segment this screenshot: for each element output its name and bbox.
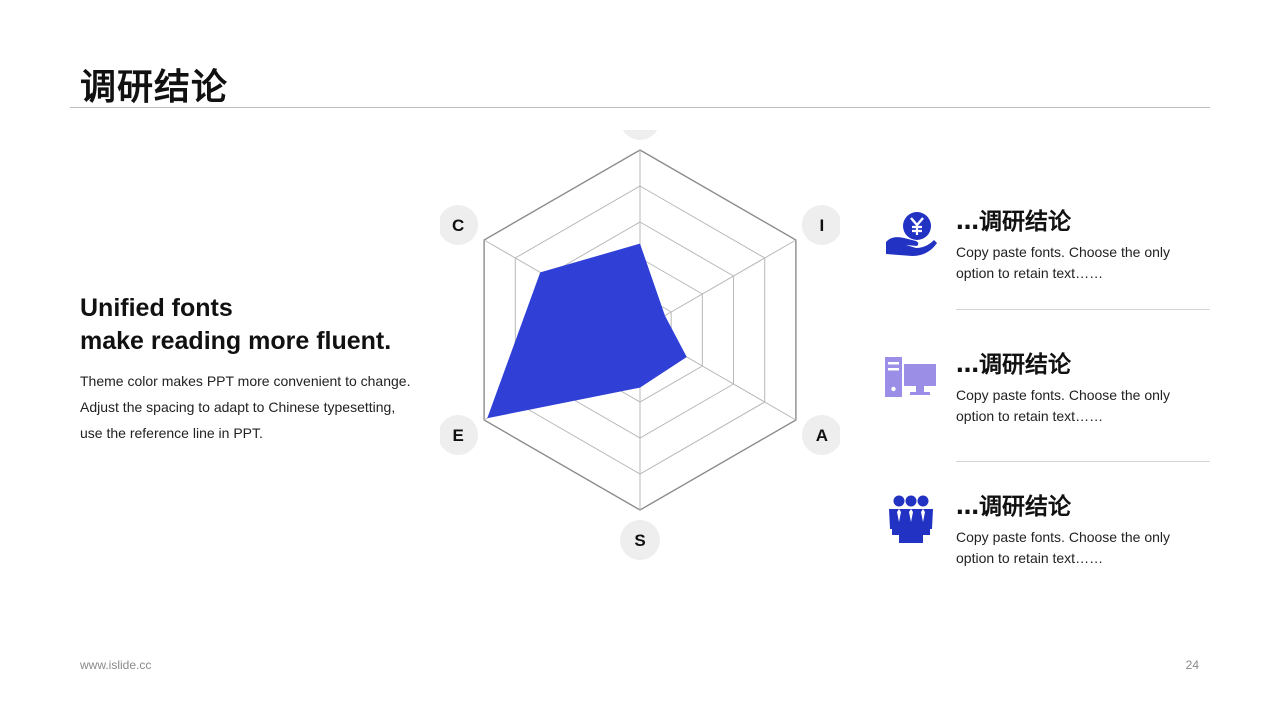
radar-axis-label-i: I (801, 205, 840, 245)
radar-axis-label-badge (622, 130, 658, 140)
radar-chart: R I A S E C (440, 130, 840, 590)
finding-heading-1: …调研结论 (956, 209, 1071, 235)
page-number: 24 (1185, 658, 1199, 672)
radar-axis-label-text: C (452, 216, 464, 235)
finding-text-2: Copy paste fonts. Choose the only option… (956, 385, 1206, 427)
lead-heading-line-2: make reading more fluent. (80, 327, 392, 355)
finding-text-2-line-1: Copy paste fonts. Choose the only (956, 387, 1171, 403)
lead-heading-line-1: Unified fonts (80, 294, 233, 322)
lead-block: Unified fonts make reading more fluent. … (80, 292, 450, 446)
radar-axis-label-text: S (634, 531, 645, 550)
finding-text-1-line-2: option to retain text…… (956, 265, 1104, 281)
radar-axis-label-e: E (440, 415, 479, 455)
finding-divider-2 (956, 461, 1210, 462)
radar-chart-svg: R I A S E C (440, 130, 840, 560)
title-divider (70, 107, 1210, 108)
radar-axis-label-a: A (801, 415, 840, 455)
finding-text-1: Copy paste fonts. Choose the only option… (956, 242, 1206, 284)
finding-heading-3: …调研结论 (956, 494, 1071, 520)
lead-heading: Unified fonts make reading more fluent. (80, 292, 450, 358)
finding-text-2-line-2: option to retain text…… (956, 408, 1104, 424)
finding-text-3-line-2: option to retain text…… (956, 550, 1104, 566)
radar-axis-label-c: C (440, 205, 479, 245)
radar-axis-label-text: A (816, 426, 828, 445)
finding-heading-2: …调研结论 (956, 352, 1071, 378)
finding-text-3: Copy paste fonts. Choose the only option… (956, 527, 1206, 569)
radar-axis-label-r: R (622, 130, 658, 140)
lead-paragraph-line-1: Theme color makes PPT more convenient to… (80, 373, 411, 389)
radar-axis-label-text: I (819, 216, 824, 235)
lead-paragraph-line-2: Adjust the spacing to adapt to Chinese t… (80, 399, 396, 415)
finding-item-1: …调研结论 Copy paste fonts. Choose the only … (880, 200, 1210, 300)
lead-paragraph-line-3: use the reference line in PPT. (80, 425, 263, 441)
finding-text-3-line-1: Copy paste fonts. Choose the only (956, 529, 1171, 545)
footer-website[interactable]: www.islide.cc (80, 658, 151, 672)
lead-paragraph: Theme color makes PPT more convenient to… (80, 368, 450, 446)
team-icon (889, 495, 933, 543)
finding-item-2: …调研结论 Copy paste fonts. Choose the only … (880, 343, 1210, 443)
radar-axis-label-text: E (452, 426, 463, 445)
finding-item-3: …调研结论 Copy paste fonts. Choose the only … (880, 485, 1210, 585)
computer-icon (885, 357, 936, 397)
finding-divider-1 (956, 309, 1210, 310)
page-title: 调研结论 (80, 67, 229, 108)
finding-text-1-line-1: Copy paste fonts. Choose the only (956, 244, 1171, 260)
hand-money-icon (886, 212, 937, 256)
radar-axis-label-s: S (620, 520, 660, 560)
